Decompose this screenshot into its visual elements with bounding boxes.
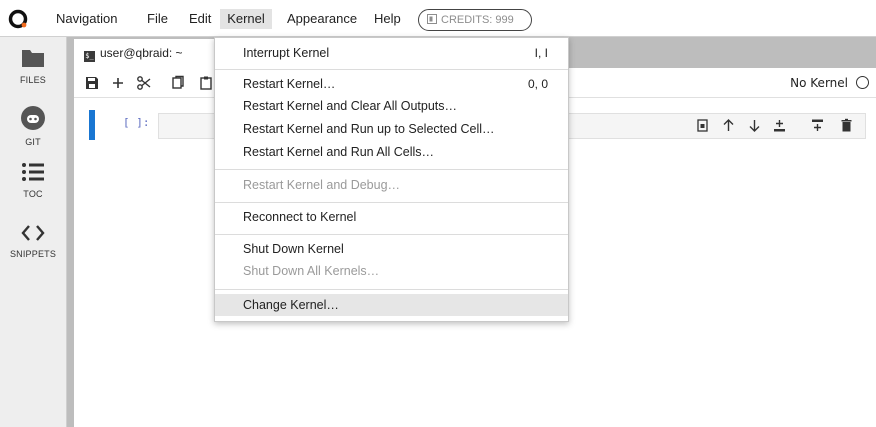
menu-item-label: Change Kernel… <box>243 298 339 312</box>
menu-item-label: Interrupt Kernel <box>243 46 330 60</box>
copy-icon[interactable] <box>170 75 186 91</box>
menu-item-restart-run-all[interactable]: Restart Kernel and Run All Cells… <box>215 141 568 163</box>
sidebar-item-git[interactable]: GIT <box>0 105 66 147</box>
sidebar-item-label: GIT <box>25 137 41 147</box>
menu-separator <box>215 289 568 290</box>
menu-item-label: Shut Down All Kernels… <box>243 264 380 278</box>
menu-separator <box>215 69 568 70</box>
menu-item-change-kernel[interactable]: Change Kernel… <box>215 294 568 316</box>
menu-separator <box>215 169 568 170</box>
sidebar-item-toc[interactable]: TOC <box>0 161 66 199</box>
terminal-icon: $_ <box>84 51 95 62</box>
folder-icon <box>22 50 44 67</box>
qbraid-logo-icon[interactable] <box>8 9 28 29</box>
menu-item-shut-down-all-kernels: Shut Down All Kernels… <box>215 260 568 282</box>
menu-separator <box>215 202 568 203</box>
menu-item-label: Shut Down Kernel <box>243 242 344 256</box>
menu-navigation[interactable]: Navigation <box>52 9 121 29</box>
menu-item-shortcut: 0, 0 <box>527 77 548 91</box>
add-cell-icon[interactable] <box>110 75 126 91</box>
menu-item-restart-clear-outputs[interactable]: Restart Kernel and Clear All Outputs… <box>215 95 568 117</box>
tab-terminal[interactable]: $_ user@qbraid: ~ <box>74 39 214 68</box>
menu-help[interactable]: Help <box>370 9 405 29</box>
sidebar-item-files[interactable]: FILES <box>0 47 66 85</box>
credits-badge[interactable]: CREDITS: 999 <box>418 9 532 31</box>
sidebar-item-snippets[interactable]: SNIPPETS <box>0 223 66 259</box>
credits-icon <box>427 14 437 24</box>
move-up-icon[interactable] <box>721 118 736 133</box>
menu-item-label: Restart Kernel and Run All Cells… <box>243 145 435 159</box>
insert-above-icon[interactable] <box>772 118 787 133</box>
menu-item-interrupt-kernel[interactable]: Interrupt Kernel I, I <box>215 42 568 64</box>
cell-prompt: [ ]: <box>123 116 150 129</box>
credits-label: CREDITS: 999 <box>441 14 514 26</box>
menu-item-label: Restart Kernel and Run up to Selected Ce… <box>243 122 495 136</box>
save-icon[interactable] <box>84 75 100 91</box>
menu-item-restart-run-to-selected[interactable]: Restart Kernel and Run up to Selected Ce… <box>215 118 568 140</box>
menu-item-reconnect-kernel[interactable]: Reconnect to Kernel <box>215 206 568 228</box>
menu-appearance[interactable]: Appearance <box>283 9 361 29</box>
paste-icon[interactable] <box>198 75 214 91</box>
insert-below-icon[interactable] <box>810 118 825 133</box>
git-icon <box>21 106 45 130</box>
tab-label: user@qbraid: ~ <box>100 46 183 60</box>
code-icon <box>21 225 45 241</box>
menu-item-label: Restart Kernel and Clear All Outputs… <box>243 99 457 113</box>
menu-item-label: Restart Kernel… <box>243 77 336 91</box>
sidebar-item-label: FILES <box>19 75 46 85</box>
move-down-icon[interactable] <box>747 118 762 133</box>
sidebar-item-label: TOC <box>23 189 43 199</box>
menu-separator <box>215 234 568 235</box>
cell-collapser[interactable] <box>89 110 95 140</box>
kernel-menu-dropdown: Interrupt Kernel I, I Restart Kernel… 0,… <box>214 37 569 322</box>
delete-cell-icon[interactable] <box>839 118 854 133</box>
menu-item-label: Reconnect to Kernel <box>243 210 357 224</box>
cut-icon[interactable] <box>136 75 152 91</box>
kernel-status-icon <box>856 76 869 89</box>
menu-item-restart-debug: Restart Kernel and Debug… <box>215 174 568 196</box>
sidebar-item-label: SNIPPETS <box>9 249 57 259</box>
menu-item-label: Restart Kernel and Debug… <box>243 178 401 192</box>
left-sidebar: FILES GIT TOC SNIPPETS <box>0 37 67 427</box>
menu-item-restart-kernel[interactable]: Restart Kernel… 0, 0 <box>215 73 568 95</box>
menu-item-shortcut: I, I <box>534 46 548 60</box>
menu-item-shut-down-kernel[interactable]: Shut Down Kernel <box>215 238 568 260</box>
kernel-name[interactable]: No Kernel <box>790 76 848 90</box>
menu-bar: Navigation File Edit Kernel Appearance H… <box>0 0 876 37</box>
duplicate-cell-icon[interactable] <box>695 118 710 133</box>
sidebar-divider[interactable] <box>67 37 74 427</box>
menu-kernel[interactable]: Kernel <box>220 9 272 29</box>
list-icon <box>22 163 44 181</box>
menu-edit[interactable]: Edit <box>185 9 215 29</box>
menu-file[interactable]: File <box>143 9 172 29</box>
